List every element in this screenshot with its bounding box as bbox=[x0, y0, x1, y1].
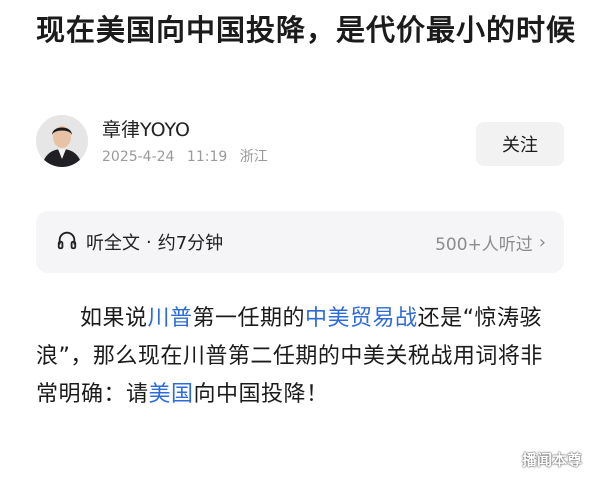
link-trump[interactable]: 川普 bbox=[148, 306, 193, 331]
article-body: 如果说川普第一任期的中美贸易战还是“惊涛骇浪”，那么现在川普第二任期的中美关税战… bbox=[36, 300, 556, 414]
listener-count: 500+人听过 bbox=[435, 234, 533, 255]
body-text-segment: 如果说 bbox=[80, 306, 148, 331]
article-title: 现在美国向中国投降，是代价最小的时候 bbox=[36, 13, 577, 47]
listen-label: 听全文 bbox=[86, 233, 140, 254]
publish-time: 11:19 bbox=[186, 149, 228, 165]
listen-duration: 约7分钟 bbox=[157, 233, 224, 254]
body-text-segment: 向中国投降！ bbox=[193, 382, 329, 407]
publish-date: 2025-4-24 bbox=[102, 149, 175, 165]
author-row: 章律YOYO 2025-4-24 11:19 浙江 关注 bbox=[36, 113, 564, 173]
author-name[interactable]: 章律YOYO bbox=[102, 117, 190, 143]
listen-info: 听全文 · 约7分钟 bbox=[56, 228, 223, 256]
article-page: 现在美国向中国投降，是代价最小的时候 章律YOYO 2025-4-24 11:1… bbox=[0, 0, 596, 482]
body-text-segment: 第一任期的 bbox=[192, 306, 306, 331]
link-trade-war[interactable]: 中美贸易战 bbox=[305, 306, 418, 331]
follow-button[interactable]: 关注 bbox=[476, 122, 564, 166]
paragraph: 如果说川普第一任期的中美贸易战还是“惊涛骇浪”，那么现在川普第二任期的中美关税战… bbox=[36, 300, 556, 414]
headphones-icon bbox=[56, 229, 86, 256]
avatar[interactable] bbox=[36, 115, 88, 167]
watermark: 播闻本尊 bbox=[521, 451, 582, 469]
listener-count-link[interactable]: 500+人听过 › bbox=[435, 228, 546, 256]
avatar-image bbox=[36, 115, 88, 167]
link-usa[interactable]: 美国 bbox=[149, 382, 194, 407]
chevron-right-icon: › bbox=[538, 231, 546, 253]
publish-location: 浙江 bbox=[239, 149, 268, 165]
listen-bar[interactable]: 听全文 · 约7分钟 500+人听过 › bbox=[36, 211, 564, 273]
author-meta: 2025-4-24 11:19 浙江 bbox=[102, 147, 268, 167]
listen-separator: · bbox=[146, 231, 152, 253]
